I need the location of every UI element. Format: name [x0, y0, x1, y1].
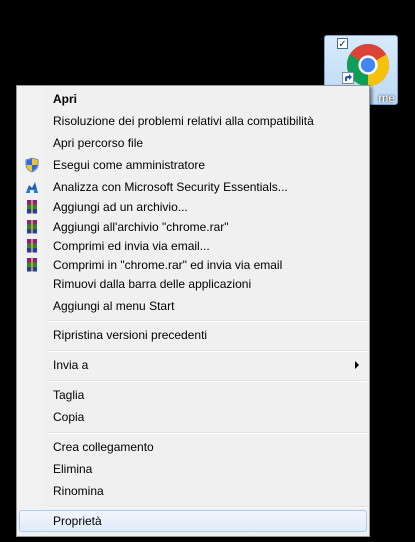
menu-separator — [48, 432, 367, 434]
winrar-icon — [27, 239, 37, 253]
menu-separator — [48, 380, 367, 382]
menu-item-open[interactable]: Apri — [19, 88, 367, 110]
menu-item-label: Aggiungi all'archivio "chrome.rar" — [53, 220, 229, 234]
menu-item-pin-start[interactable]: Aggiungi al menu Start — [19, 295, 367, 317]
menu-item-label: Aggiungi al menu Start — [53, 299, 175, 313]
menu-item-label: Proprietà — [53, 514, 102, 528]
shortcut-arrow-icon — [342, 72, 354, 84]
menu-item-label: Rimuovi dalla barra delle applicazioni — [53, 277, 252, 291]
menu-item-create-shortcut[interactable]: Crea collegamento — [19, 436, 367, 458]
menu-item-label: Analizza con Microsoft Security Essentia… — [53, 180, 288, 194]
menu-item-label: Esegui come amministratore — [53, 158, 206, 172]
menu-item-properties[interactable]: Proprietà — [19, 510, 367, 532]
menu-separator — [48, 350, 367, 352]
menu-item-troubleshoot-compat[interactable]: Risoluzione dei problemi relativi alla c… — [19, 110, 367, 132]
context-menu: Apri Risoluzione dei problemi relativi a… — [16, 85, 370, 537]
menu-item-delete[interactable]: Elimina — [19, 458, 367, 480]
menu-item-rename[interactable]: Rinomina — [19, 480, 367, 502]
uac-shield-icon — [25, 157, 39, 173]
menu-item-label: Apri — [53, 92, 77, 106]
menu-item-cut[interactable]: Taglia — [19, 384, 367, 406]
menu-item-add-to-archive[interactable]: Aggiungi ad un archivio... — [19, 196, 367, 218]
menu-item-scan-mse[interactable]: Analizza con Microsoft Security Essentia… — [19, 176, 367, 198]
menu-item-label: Taglia — [53, 388, 85, 402]
menu-separator — [48, 506, 367, 508]
menu-item-label: Apri percorso file — [53, 136, 144, 150]
menu-item-label: Rinomina — [53, 484, 104, 498]
menu-item-label: Comprimi ed invia via email... — [53, 239, 210, 253]
mse-icon — [26, 182, 38, 193]
menu-item-label: Copia — [53, 410, 85, 424]
menu-item-restore-previous[interactable]: Ripristina versioni precedenti — [19, 324, 367, 346]
menu-item-label: Ripristina versioni precedenti — [53, 328, 208, 342]
menu-item-label: Crea collegamento — [53, 440, 154, 454]
menu-item-label: Elimina — [53, 462, 93, 476]
menu-item-send-to[interactable]: Invia a — [19, 354, 367, 376]
desktop: ✓ me Apri Risoluzione dei problemi relat… — [0, 0, 415, 542]
menu-item-run-as-admin[interactable]: Esegui come amministratore — [19, 154, 367, 176]
submenu-arrow-icon — [355, 361, 359, 369]
winrar-icon — [27, 220, 37, 234]
menu-item-open-file-location[interactable]: Apri percorso file — [19, 132, 367, 154]
menu-item-unpin-taskbar[interactable]: Rimuovi dalla barra delle applicazioni — [19, 273, 367, 295]
menu-item-label: Invia a — [53, 358, 89, 372]
menu-item-label: Risoluzione dei problemi relativi alla c… — [53, 114, 314, 128]
winrar-icon — [27, 200, 37, 214]
menu-item-copy[interactable]: Copia — [19, 406, 367, 428]
menu-item-label: Comprimi in "chrome.rar" ed invia via em… — [53, 258, 283, 272]
winrar-icon — [27, 258, 37, 272]
menu-item-label: Aggiungi ad un archivio... — [53, 200, 188, 214]
menu-separator — [48, 320, 367, 322]
